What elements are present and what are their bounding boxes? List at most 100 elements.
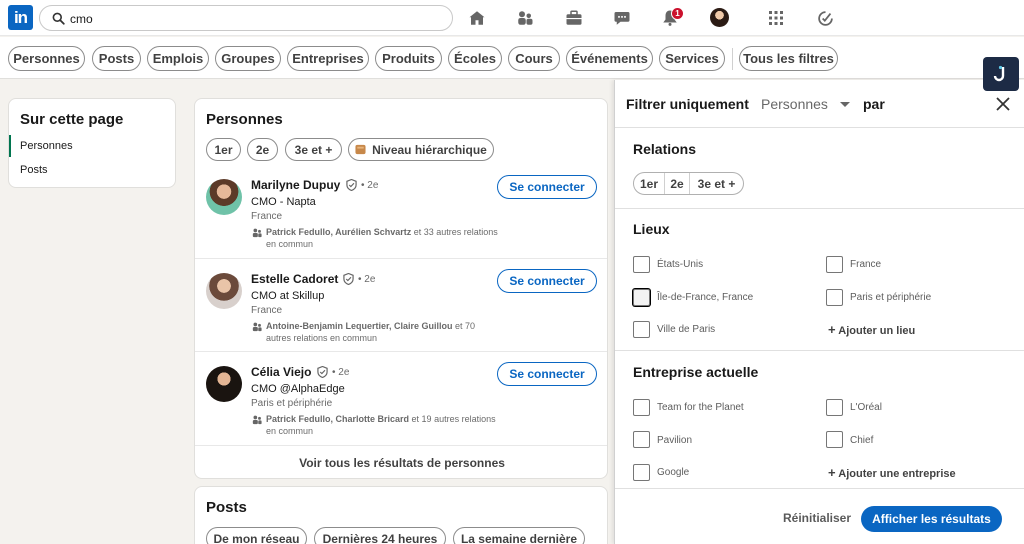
checkbox-loreal[interactable] xyxy=(826,399,843,416)
premium-icon[interactable] xyxy=(815,8,835,28)
entreprise-title: Entreprise actuelle xyxy=(633,364,759,380)
mutual-connections[interactable]: Patrick Fedullo, Aurélien Schvartz et 33… xyxy=(266,226,501,250)
filter-type-select[interactable]: Personnes xyxy=(761,96,828,112)
person-location: Paris et périphérie xyxy=(251,398,333,409)
relation-2nd[interactable]: 2e xyxy=(665,173,690,194)
checkbox-label: France xyxy=(850,259,882,270)
jobs-icon[interactable] xyxy=(564,8,584,28)
checkbox-label: États-Unis xyxy=(657,259,704,270)
network-icon[interactable] xyxy=(515,8,535,28)
notification-badge: 1 xyxy=(671,7,684,20)
chip-1st[interactable]: 1er xyxy=(206,138,241,161)
person-result: Marilyne Dupuy • 2e CMO - Napta France P… xyxy=(195,175,607,268)
close-icon[interactable] xyxy=(995,96,1011,112)
pill-groupes[interactable]: Groupes xyxy=(215,46,281,71)
checkbox-google[interactable] xyxy=(633,464,650,481)
connection-degree: • 2e xyxy=(361,180,379,191)
person-headline: CMO - Napta xyxy=(251,196,316,208)
verified-icon xyxy=(346,179,357,191)
checkbox-paris-peripherie[interactable] xyxy=(826,289,843,306)
relation-3rd-plus[interactable]: 3e et + xyxy=(690,173,743,194)
filter-panel-footer: Réinitialiser Afficher les résultats xyxy=(615,488,1024,544)
sidebar-title: Sur cette page xyxy=(20,111,124,128)
relations-title: Relations xyxy=(633,141,697,157)
result-divider xyxy=(195,258,607,259)
add-location-label: Ajouter un lieu xyxy=(838,325,916,337)
pill-cours[interactable]: Cours xyxy=(508,46,560,71)
checkbox-team-for-the-planet[interactable] xyxy=(633,399,650,416)
mutual-connections[interactable]: Patrick Fedullo, Charlotte Bricard et 19… xyxy=(266,413,501,437)
grid-icon[interactable] xyxy=(766,8,786,28)
checkbox-ville-de-paris[interactable] xyxy=(633,321,650,338)
checkbox-label: Google xyxy=(657,467,690,478)
relation-1st[interactable]: 1er xyxy=(634,173,665,194)
messaging-icon[interactable] xyxy=(612,8,632,28)
pill-services[interactable]: Services xyxy=(659,46,725,71)
pill-emplois[interactable]: Emplois xyxy=(147,46,209,71)
chip-last-week[interactable]: La semaine dernière xyxy=(453,527,585,544)
avatar[interactable] xyxy=(710,8,729,27)
linkedin-logo[interactable]: in xyxy=(8,5,33,30)
extension-j-icon xyxy=(993,65,1005,82)
home-icon[interactable] xyxy=(467,8,487,28)
chip-seniority-label: Niveau hiérarchique xyxy=(372,142,487,157)
profile-photo[interactable] xyxy=(206,366,242,402)
checkbox-label: Paris et périphérie xyxy=(850,292,932,303)
pill-produits[interactable]: Produits xyxy=(375,46,442,71)
sidebar-item-posts[interactable]: Posts xyxy=(20,164,48,176)
sidebar-item-personnes[interactable]: Personnes xyxy=(20,140,73,152)
person-headline: CMO @AlphaEdge xyxy=(251,383,345,395)
caret-down-icon[interactable] xyxy=(840,102,850,107)
connection-degree: • 2e xyxy=(358,274,376,285)
verified-icon xyxy=(343,273,354,285)
section-divider xyxy=(615,208,1024,209)
add-company-label: Ajouter une entreprise xyxy=(838,468,956,480)
person-location: France xyxy=(251,305,283,316)
filter-panel: Filtrer uniquement Personnes par Relatio… xyxy=(614,80,1024,544)
checkbox-etats-unis[interactable] xyxy=(633,256,650,273)
pill-posts[interactable]: Posts xyxy=(92,46,141,71)
add-company-link[interactable]: + Ajouter une entreprise xyxy=(828,465,956,480)
person-result: Célia Viejo • 2e CMO @AlphaEdge Paris et… xyxy=(195,362,607,455)
pill-ecoles[interactable]: Écoles xyxy=(448,46,502,71)
plus-icon: + xyxy=(828,322,836,337)
show-results-button[interactable]: Afficher les résultats xyxy=(861,506,1002,532)
checkbox-ile-de-france[interactable] xyxy=(633,289,650,306)
see-all-people-link[interactable]: Voir tous les résultats de personnes xyxy=(195,445,607,478)
person-name[interactable]: Célia Viejo xyxy=(251,365,311,379)
connect-button[interactable]: Se connecter xyxy=(497,362,597,386)
connect-button[interactable]: Se connecter xyxy=(497,269,597,293)
chip-last-24-hours[interactable]: Dernières 24 heures xyxy=(314,527,446,544)
pill-personnes[interactable]: Personnes xyxy=(8,46,85,71)
mutual-connections[interactable]: Antoine-Benjamin Lequertier, Claire Guil… xyxy=(266,320,501,344)
connect-button[interactable]: Se connecter xyxy=(497,175,597,199)
pill-evenements[interactable]: Événements xyxy=(566,46,653,71)
chip-seniority[interactable]: Niveau hiérarchique xyxy=(348,138,494,161)
checkbox-france[interactable] xyxy=(826,256,843,273)
profile-photo[interactable] xyxy=(206,273,242,309)
on-this-page-card: Sur cette page Personnes Posts xyxy=(8,98,176,188)
search-filter-bar: Personnes Posts Emplois Groupes Entrepri… xyxy=(0,37,1024,79)
chip-from-my-network[interactable]: De mon réseau xyxy=(206,527,307,544)
person-name[interactable]: Estelle Cadoret xyxy=(251,272,338,286)
all-filters-button[interactable]: Tous les filtres xyxy=(739,46,838,71)
pill-divider xyxy=(732,48,733,70)
reset-button[interactable]: Réinitialiser xyxy=(783,511,851,525)
chip-2nd[interactable]: 2e xyxy=(247,138,278,161)
profile-photo[interactable] xyxy=(206,179,242,215)
add-location-link[interactable]: + Ajouter un lieu xyxy=(828,322,915,337)
filter-panel-title: Filtrer uniquement xyxy=(626,96,749,112)
checkbox-chief[interactable] xyxy=(826,431,843,448)
posts-results-card: Posts De mon réseau Dernières 24 heures … xyxy=(194,486,608,544)
search-input[interactable]: cmo xyxy=(39,5,453,31)
mutual-connections-icon xyxy=(252,322,262,332)
chip-3rd-plus[interactable]: 3e et + xyxy=(285,138,342,161)
checkbox-label: Ville de Paris xyxy=(657,324,716,335)
search-icon xyxy=(52,12,65,25)
checkbox-pavilion[interactable] xyxy=(633,431,650,448)
pill-entreprises[interactable]: Entreprises xyxy=(287,46,369,71)
extension-badge[interactable] xyxy=(983,57,1019,91)
search-value: cmo xyxy=(70,12,93,26)
person-name[interactable]: Marilyne Dupuy xyxy=(251,178,340,192)
mutual-names: Antoine-Benjamin Lequertier, Claire Guil… xyxy=(266,321,453,331)
